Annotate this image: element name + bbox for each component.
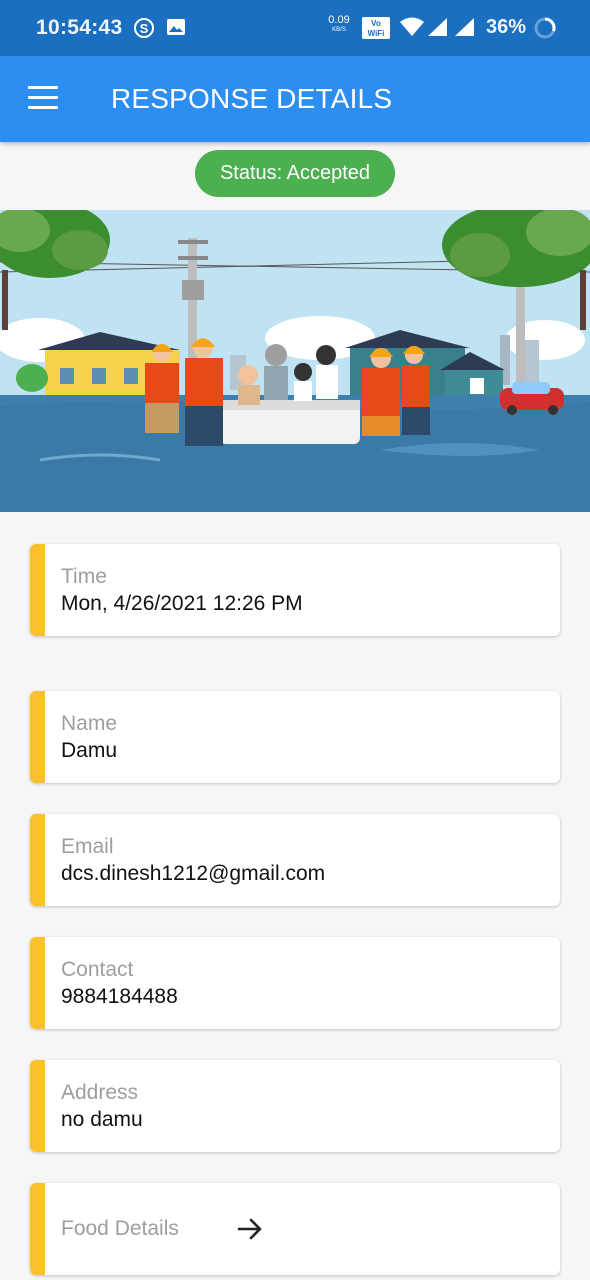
skype-icon: S [134,18,154,38]
card-accent-bar [30,1060,45,1152]
food-details-label: Food Details [61,1217,179,1240]
name-card: Name Damu [30,691,560,783]
network-speed: 0.09 KB/S [328,14,350,34]
battery-percent: 36% [486,16,527,38]
card-accent-bar [30,814,45,906]
svg-text:WiFi: WiFi [368,29,385,38]
clock: 10:54:43 [36,16,123,39]
svg-text:Vo: Vo [371,19,381,28]
flood-rescue-illustration [0,210,590,512]
email-label: Email [61,835,114,858]
food-details-card[interactable]: Food Details [30,1183,560,1275]
arrow-right-icon[interactable] [236,1215,264,1243]
battery-icon [534,17,556,39]
volte-icon: Vo WiFi [362,17,390,39]
system-status-bar: 10:54:43 S 0.09 KB/S Vo WiFi 36% [0,0,590,56]
time-card: Time Mon, 4/26/2021 12:26 PM [30,544,560,636]
address-value: no damu [61,1108,143,1131]
signal-icon-2 [455,18,474,36]
menu-icon[interactable] [28,86,58,110]
contact-value: 9884184488 [61,985,178,1008]
page-title: RESPONSE DETAILS [111,83,393,114]
contact-label: Contact [61,958,134,981]
card-accent-bar [30,937,45,1029]
time-label: Time [61,565,107,588]
card-accent-bar [30,544,45,636]
wifi-icon [400,17,424,36]
name-value: Damu [61,739,118,762]
status-badge: Status: Accepted [195,150,395,197]
address-card: Address no damu [30,1060,560,1152]
contact-card: Contact 9884184488 [30,937,560,1029]
signal-icon [428,18,447,36]
time-value: Mon, 4/26/2021 12:26 PM [61,592,303,615]
email-card: Email dcs.dinesh1212@gmail.com [30,814,560,906]
card-accent-bar [30,691,45,783]
name-label: Name [61,712,118,735]
email-value: dcs.dinesh1212@gmail.com [61,862,326,885]
card-accent-bar [30,1183,45,1275]
address-label: Address [61,1081,139,1104]
image-icon [167,19,185,35]
svg-text:S: S [140,21,149,36]
app-bar: RESPONSE DETAILS [0,56,590,142]
